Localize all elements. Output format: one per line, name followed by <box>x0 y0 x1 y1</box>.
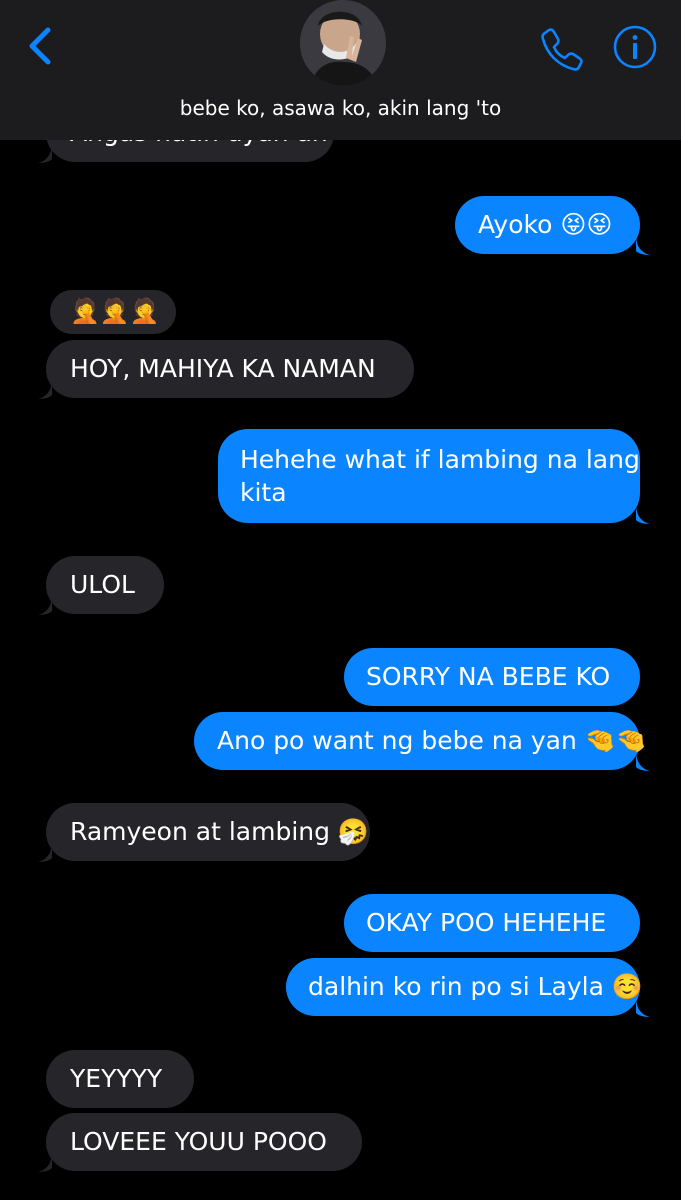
message-bubble-outgoing[interactable]: Ayoko 😝😝 <box>455 196 650 255</box>
bubble-tail <box>38 143 52 163</box>
bubble-tail <box>38 379 52 399</box>
avatar-photo-icon <box>300 0 386 86</box>
chevron-left-icon <box>29 27 51 65</box>
message-bubble-outgoing[interactable]: Hehehe what if lambing na lang kita <box>218 429 650 524</box>
message-text: OKAY POO HEHEHE <box>366 908 607 937</box>
message-bubble-incoming[interactable]: HOY, MAHIYA KA NAMAN <box>38 340 414 399</box>
bubble-tail <box>636 504 650 524</box>
message-text: SORRY NA BEBE KO <box>366 662 611 691</box>
info-button[interactable] <box>612 24 658 70</box>
message-text: LOVEEE YOUU POOO <box>70 1127 327 1156</box>
bubble-tail <box>636 235 650 255</box>
message-text: dalhin ko rin po si Layla ☺️ <box>308 972 643 1001</box>
message-bubble-incoming[interactable]: LOVEEE YOUU POOO <box>38 1113 362 1172</box>
bubble-tail <box>38 842 52 862</box>
message-bubble-incoming[interactable]: Ramyeon at lambing 🤧 <box>38 803 370 862</box>
call-button[interactable] <box>536 24 584 72</box>
contact-name[interactable]: bebe ko, asawa ko, akin lang 'to <box>0 96 681 120</box>
bubble-tail <box>38 1152 52 1172</box>
message-text: Ayoko 😝😝 <box>478 210 613 239</box>
bubble-tail <box>636 751 650 771</box>
message-bubble-emoji[interactable]: 🤦🤦🤦 <box>50 290 176 334</box>
message-bubble-outgoing[interactable]: OKAY POO HEHEHE <box>344 894 640 952</box>
message-bubble-outgoing[interactable]: SORRY NA BEBE KO <box>344 648 640 706</box>
message-text: HOY, MAHIYA KA NAMAN <box>70 354 376 383</box>
phone-icon <box>541 28 583 71</box>
back-button[interactable] <box>22 24 62 68</box>
message-bubble-incoming[interactable]: ULOL <box>38 556 164 615</box>
message-text: YEYYYY <box>70 1064 163 1093</box>
bubble-tail <box>38 595 52 615</box>
message-text-line: Hehehe what if lambing na lang <box>240 445 640 474</box>
message-text-line: kita <box>240 478 287 507</box>
message-bubble-outgoing[interactable]: dalhin ko rin po si Layla ☺️ <box>286 958 650 1017</box>
message-text: ULOL <box>70 570 135 599</box>
message-text: 🤦🤦🤦 <box>70 297 160 325</box>
message-text: Ramyeon at lambing 🤧 <box>70 817 370 846</box>
message-bubble-incoming[interactable]: YEYYYY <box>46 1050 194 1108</box>
conversation-header: bebe ko, asawa ko, akin lang 'to <box>0 0 681 140</box>
info-icon <box>613 25 657 69</box>
contact-avatar[interactable] <box>300 0 386 86</box>
message-bubble-outgoing[interactable]: Ano po want ng bebe na yan 🤏🤏 <box>194 712 650 771</box>
bubble-tail <box>636 997 650 1017</box>
message-text: Ano po want ng bebe na yan 🤏🤏 <box>217 726 648 755</box>
